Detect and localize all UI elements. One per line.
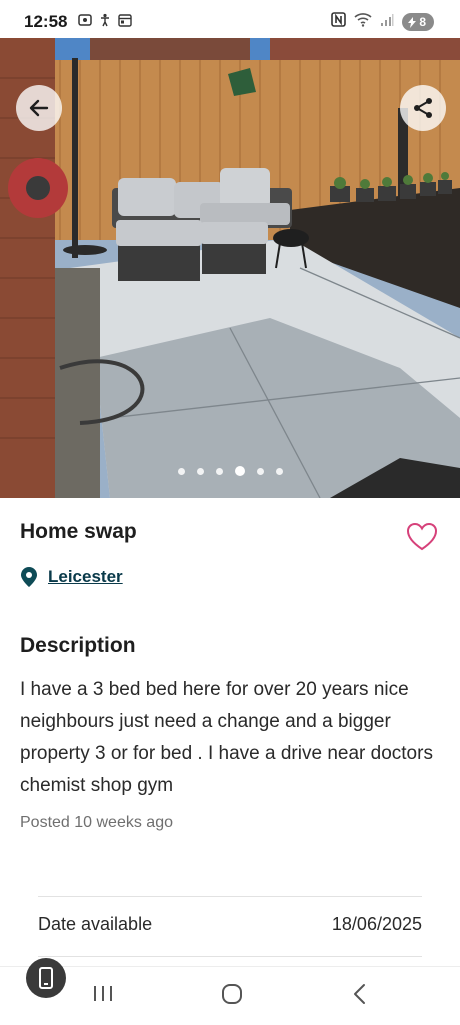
signal-icon: [380, 13, 394, 32]
heart-icon: [406, 522, 438, 551]
gallery-pagination: [0, 466, 460, 476]
gallery-dot[interactable]: [177, 467, 185, 475]
home-icon: [222, 984, 242, 1004]
phone-icon: [39, 967, 53, 989]
posted-date: Posted 10 weeks ago: [20, 814, 173, 831]
accessibility-icon: [98, 13, 112, 27]
chevron-left-icon: [354, 984, 365, 1004]
share-button[interactable]: [400, 85, 446, 131]
battery-level: 8: [419, 15, 426, 29]
location-link[interactable]: Leicester: [48, 567, 123, 587]
recent-apps-button[interactable]: [92, 982, 114, 1009]
listing-location[interactable]: Leicester: [20, 566, 123, 588]
listing-photo[interactable]: [0, 38, 460, 498]
garden-patio-image: [0, 38, 460, 498]
detail-row-date-available: Date available 18/06/2025: [38, 914, 422, 935]
back-button[interactable]: [16, 85, 62, 131]
gallery-dot[interactable]: [215, 467, 223, 475]
status-notification-icons: [78, 13, 132, 27]
gallery-dot-active[interactable]: [234, 466, 245, 476]
status-time: 12:58: [24, 12, 68, 31]
status-system-icons: 8: [331, 12, 434, 32]
gallery-dot[interactable]: [275, 467, 283, 475]
battery-indicator: 8: [402, 13, 434, 31]
gallery-dot[interactable]: [196, 467, 204, 475]
home-button[interactable]: [220, 982, 244, 1011]
detail-value: 18/06/2025: [331, 914, 422, 934]
map-pin-icon: [21, 567, 37, 587]
recent-apps-icon: [94, 986, 112, 1001]
listing-title: Home swap: [20, 520, 137, 543]
system-back-button[interactable]: [350, 982, 370, 1011]
detail-label: Date available: [38, 914, 153, 934]
description-text: I have a 3 bed bed here for over 20 year…: [20, 679, 433, 796]
divider: [38, 956, 422, 957]
gallery-dot[interactable]: [256, 467, 264, 475]
description-heading: Description: [20, 634, 136, 657]
divider: [38, 896, 422, 897]
favourite-button[interactable]: [406, 522, 438, 552]
calendar-icon: [118, 13, 132, 27]
arrow-left-icon: [29, 99, 49, 117]
wifi-icon: [354, 12, 372, 32]
share-icon: [414, 98, 432, 118]
nfc-icon: [331, 12, 347, 32]
screenshot-icon: [78, 13, 92, 27]
floating-screenshot-button[interactable]: [26, 958, 66, 998]
charging-bolt-icon: [408, 16, 417, 28]
